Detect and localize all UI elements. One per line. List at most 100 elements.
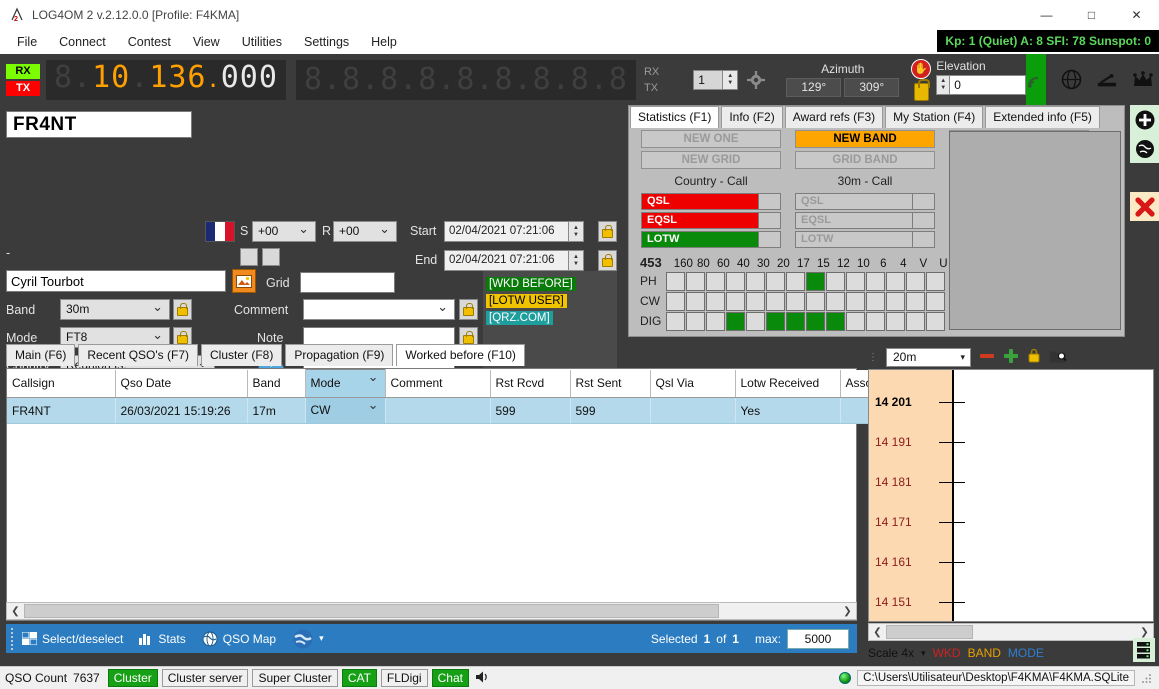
bandmap-legend-band[interactable]: BAND [968, 646, 1001, 660]
resize-grip[interactable] [1141, 672, 1153, 684]
country-lotw-button[interactable]: LOTW [641, 231, 759, 248]
sent-report-select[interactable]: +00 [252, 219, 316, 242]
menu-contest[interactable]: Contest [117, 32, 182, 52]
bandmap-scroll-thumb[interactable] [886, 625, 973, 639]
globe-icon[interactable] [1060, 69, 1082, 91]
matrix-cell[interactable] [766, 272, 785, 291]
matrix-cell[interactable] [686, 292, 705, 311]
matrix-cell[interactable] [746, 272, 765, 291]
menu-settings[interactable]: Settings [293, 32, 360, 52]
matrix-cell[interactable] [746, 312, 765, 331]
menu-help[interactable]: Help [360, 32, 408, 52]
earth-export-button[interactable]: ▾ [292, 628, 324, 650]
matrix-cell[interactable] [766, 312, 785, 331]
status-chat-button[interactable]: Chat [431, 669, 469, 687]
band-lock-icon[interactable] [173, 299, 192, 320]
stats-button[interactable]: Stats [139, 632, 186, 646]
crown-icon[interactable] [1132, 69, 1154, 91]
start-datetime-field[interactable]: 02/04/2021 07:21:06 [444, 221, 569, 242]
matrix-cell[interactable] [886, 292, 905, 311]
qsl-rcvd-checkbox[interactable] [262, 248, 280, 266]
qsl-sent-checkbox[interactable] [240, 248, 258, 266]
bandmap-remove-icon[interactable] [979, 348, 995, 367]
bandmap-scroll-right[interactable]: ❯ [1136, 627, 1153, 638]
end-datetime[interactable]: 02/04/2021 07:21:06 ▲ ▼ [444, 250, 584, 271]
received-report-select[interactable]: +00 [333, 219, 397, 242]
tab-cluster[interactable]: Cluster (F8) [201, 344, 283, 366]
matrix-cell[interactable] [906, 312, 925, 331]
matrix-cell[interactable] [906, 292, 925, 311]
matrix-cell[interactable] [926, 312, 945, 331]
tab-main[interactable]: Main (F6) [6, 344, 76, 366]
maximize-button[interactable]: □ [1069, 0, 1114, 30]
bandmap-canvas-area[interactable]: 14 201 14 191 14 181 14 171 14 161 14 151 [868, 369, 1154, 622]
scroll-thumb[interactable] [24, 604, 719, 618]
end-datetime-field[interactable]: 02/04/2021 07:21:06 [444, 250, 569, 271]
menu-view[interactable]: View [182, 32, 231, 52]
bandmap-legend-wkd[interactable]: WKD [933, 646, 961, 660]
grid-input[interactable] [300, 272, 395, 293]
speaker-icon[interactable] [475, 670, 490, 687]
operator-name-input[interactable] [6, 270, 226, 292]
band-lotw-button[interactable]: LOTW [795, 231, 913, 248]
grid-horizontal-scrollbar[interactable]: ❮ ❯ [6, 602, 857, 620]
select-deselect-button[interactable]: Select/deselect [22, 632, 123, 646]
stop-rotor-icon[interactable]: ✋ [911, 58, 932, 79]
matrix-cell[interactable] [886, 272, 905, 291]
matrix-cell[interactable] [806, 312, 825, 331]
flag-new-one[interactable]: NEW ONE [641, 130, 781, 148]
morse-key-icon[interactable] [1096, 69, 1118, 91]
bandmap-band-select[interactable]: 20m [886, 347, 971, 367]
database-path[interactable]: C:\Users\Utilisateur\Desktop\F4KMA\F4KMA… [857, 670, 1135, 686]
flag-grid-band[interactable]: GRID BAND [795, 151, 935, 169]
status-cluster-button[interactable]: Cluster [107, 669, 158, 687]
globe-lookup-button[interactable] [1130, 134, 1159, 163]
drag-grip[interactable] [11, 627, 17, 650]
matrix-cell[interactable] [846, 312, 865, 331]
col-lotw-received[interactable]: Lotw Received [735, 369, 841, 398]
matrix-cell[interactable] [666, 272, 685, 291]
matrix-cell[interactable] [746, 292, 765, 311]
rotor-lock-icon[interactable] [913, 78, 930, 101]
matrix-cell[interactable] [866, 312, 885, 331]
flag-new-band[interactable]: NEW BAND [795, 130, 935, 148]
callsign-input[interactable] [6, 111, 192, 138]
matrix-cell[interactable] [766, 292, 785, 311]
status-cluster-server-button[interactable]: Cluster server [161, 669, 249, 687]
vfo-b-display[interactable]: 8.8.8.8.8.8.8.8.8 [295, 59, 636, 100]
matrix-cell[interactable] [706, 312, 725, 331]
matrix-cell[interactable] [926, 272, 945, 291]
status-cat-button[interactable]: CAT [341, 669, 377, 687]
bandmap-grip[interactable]: ⋮ [868, 352, 878, 363]
band-select[interactable]: 30m [60, 297, 170, 320]
matrix-cell[interactable] [786, 292, 805, 311]
matrix-cell[interactable] [706, 292, 725, 311]
matrix-cell[interactable] [866, 292, 885, 311]
menu-file[interactable]: File [6, 32, 48, 52]
bandmap-spot-canvas[interactable] [954, 370, 1153, 621]
matrix-cell[interactable] [826, 272, 845, 291]
col-rst-sent[interactable]: Rst Sent [570, 369, 651, 398]
country-qsl-button[interactable]: QSL [641, 193, 759, 210]
status-fldigi-button[interactable]: FLDigi [380, 669, 428, 687]
comment-select[interactable] [303, 297, 455, 320]
col-band[interactable]: Band [247, 369, 306, 398]
status-super-cluster-button[interactable]: Super Cluster [252, 669, 338, 687]
col-qsl-via[interactable]: Qsl Via [650, 369, 736, 398]
radio-number-field[interactable]: 1 [693, 69, 724, 90]
scroll-right-arrow[interactable]: ❯ [839, 606, 856, 617]
bandmap-scroll-left[interactable]: ❮ [869, 627, 886, 638]
col-rst-rcvd[interactable]: Rst Rcvd [490, 369, 571, 398]
matrix-cell[interactable] [726, 292, 745, 311]
matrix-cell[interactable] [726, 312, 745, 331]
tab-propagation[interactable]: Propagation (F9) [285, 344, 394, 366]
comment-lock-icon[interactable] [459, 299, 478, 320]
matrix-cell[interactable] [806, 292, 825, 311]
start-datetime[interactable]: 02/04/2021 07:21:06 ▲ ▼ [444, 221, 584, 242]
matrix-cell[interactable] [926, 292, 945, 311]
tab-statistics[interactable]: Statistics (F1) [630, 106, 720, 128]
matrix-cell[interactable] [826, 312, 845, 331]
matrix-cell[interactable] [666, 312, 685, 331]
col-mode[interactable]: Mode [304, 368, 386, 398]
start-lock-icon[interactable] [598, 221, 617, 242]
